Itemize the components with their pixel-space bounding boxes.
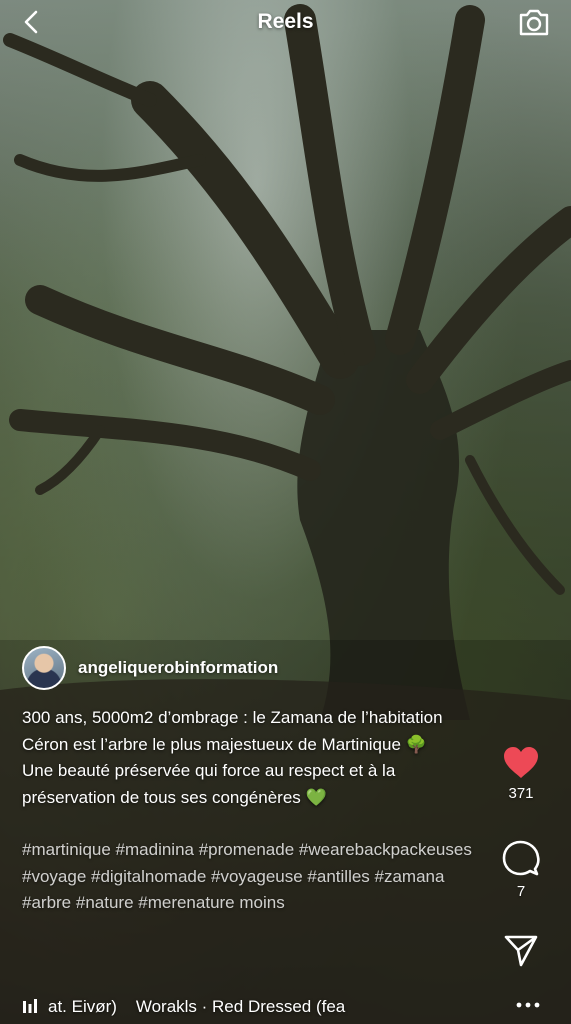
- caption-paragraph-1: 300 ans, 5000m2 d’ombrage : le Zamana de…: [22, 705, 492, 758]
- like-action: 371: [491, 746, 551, 802]
- avatar[interactable]: [22, 646, 66, 690]
- caption-text-1: 300 ans, 5000m2 d’ombrage : le Zamana de…: [22, 708, 443, 754]
- tree-branch: [465, 455, 565, 595]
- tree-emoji: 🌳: [405, 734, 427, 754]
- top-bar: Reels: [0, 0, 571, 46]
- caption[interactable]: 300 ans, 5000m2 d’ombrage : le Zamana de…: [22, 705, 492, 917]
- send-icon[interactable]: [503, 934, 539, 968]
- tree-branch: [385, 5, 485, 355]
- caption-paragraph-2: Une beauté préservée qui force au respec…: [22, 758, 492, 811]
- green-heart-emoji: 💚: [305, 787, 327, 807]
- tree-branch: [35, 425, 105, 495]
- reels-screen: Reels angeliquerobinformation 300 ans, 5…: [0, 0, 571, 1024]
- tree-branch: [9, 409, 321, 481]
- tree-branch: [14, 154, 206, 182]
- heart-icon[interactable]: [502, 746, 540, 780]
- username[interactable]: angeliquerobinformation: [78, 658, 278, 678]
- tree-branch: [406, 206, 571, 394]
- post-author[interactable]: angeliquerobinformation: [22, 646, 278, 690]
- tree-branch: [3, 33, 157, 107]
- hashtags: #martinique #madinina #promenade #weareb…: [22, 837, 492, 917]
- audio-bars-icon: [23, 999, 37, 1013]
- camera-icon[interactable]: [517, 6, 551, 38]
- more-options-icon[interactable]: [515, 996, 541, 1014]
- comment-icon[interactable]: [502, 840, 540, 878]
- less-link[interactable]: moins: [239, 893, 284, 912]
- audio-track[interactable]: at. Eivør) Worakls · Red Dressed (fea: [48, 997, 408, 1017]
- caption-text-2: Une beauté préservée qui force au respec…: [22, 761, 396, 807]
- comment-action: 7: [491, 840, 551, 900]
- tree-branch: [25, 285, 335, 415]
- tree-branch: [430, 360, 571, 440]
- like-count[interactable]: 371: [491, 785, 551, 802]
- share-action: [491, 934, 551, 973]
- comment-count[interactable]: 7: [491, 883, 551, 900]
- page-title: Reels: [257, 10, 314, 33]
- audio-info[interactable]: at. Eivør) Worakls · Red Dressed (fea: [22, 994, 408, 1020]
